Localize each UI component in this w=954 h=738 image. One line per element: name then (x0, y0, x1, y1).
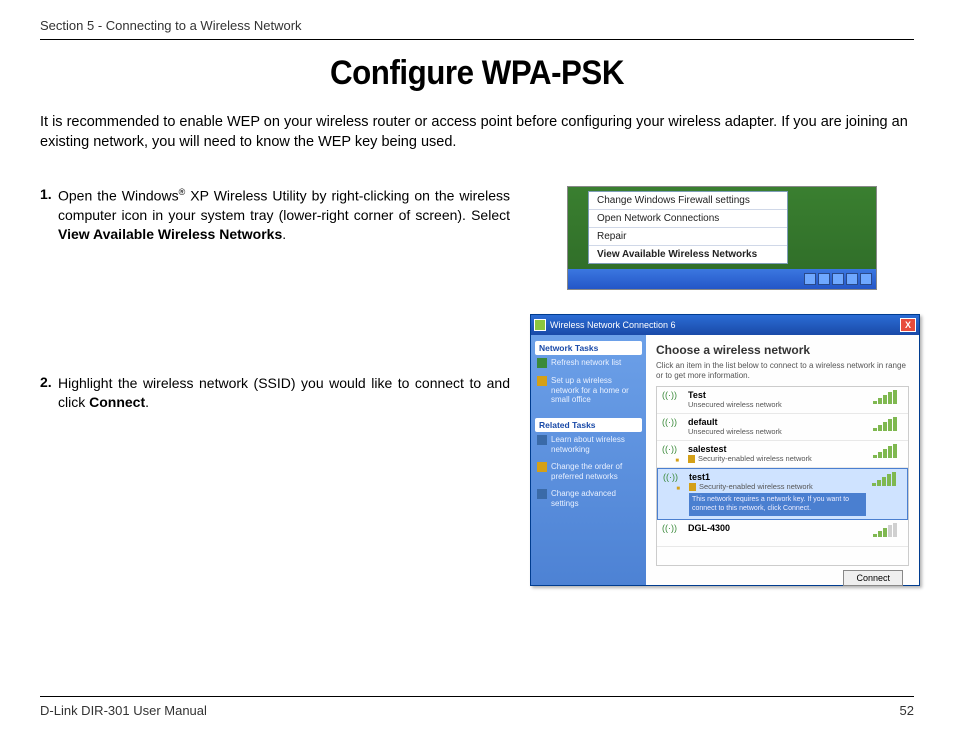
network-item-selected[interactable]: test1 Security-enabled wireless network … (657, 468, 908, 520)
step-1: 1. Open the Windows® XP Wireless Utility… (40, 186, 510, 243)
screenshot-context-menu: Change Windows Firewall settings Open Ne… (567, 186, 877, 290)
text: . (145, 394, 149, 410)
connect-button[interactable]: Connect (843, 570, 903, 586)
menu-item-connections[interactable]: Open Network Connections (589, 210, 787, 228)
step-text: Open the Windows® XP Wireless Utility by… (58, 186, 510, 243)
wireless-secure-icon (663, 472, 683, 492)
star-icon (537, 462, 547, 472)
wireless-secure-icon (662, 444, 682, 464)
gear-icon (537, 489, 547, 499)
tray-icon[interactable] (860, 273, 872, 285)
wireless-icon (662, 417, 682, 437)
sidebar-group-title: Related Tasks (535, 418, 642, 432)
tray-icon[interactable] (832, 273, 844, 285)
network-item[interactable]: salestestSecurity-enabled wireless netwo… (657, 441, 908, 468)
page-footer: D-Link DIR-301 User Manual 52 (40, 696, 914, 718)
menu-item-firewall[interactable]: Change Windows Firewall settings (589, 192, 787, 210)
network-list: TestUnsecured wireless network defaultUn… (656, 386, 909, 566)
wireless-icon (662, 523, 682, 543)
text: . (282, 226, 286, 242)
window-icon (534, 319, 546, 331)
step-2: 2. Highlight the wireless network (SSID)… (40, 374, 510, 412)
step-text: Highlight the wireless network (SSID) yo… (58, 374, 510, 412)
sidebar-link-refresh[interactable]: Refresh network list (535, 355, 642, 373)
intro-paragraph: It is recommended to enable WEP on your … (40, 113, 914, 152)
shield-icon (688, 455, 695, 463)
tray-icon[interactable] (818, 273, 830, 285)
network-name: DGL-4300 (688, 523, 867, 533)
tray-icon[interactable] (846, 273, 858, 285)
network-note: This network requires a network key. If … (689, 493, 866, 516)
panel-heading: Choose a wireless network (656, 343, 909, 357)
menu-item-repair[interactable]: Repair (589, 228, 787, 246)
signal-icon (873, 444, 903, 458)
page-number: 52 (900, 703, 914, 718)
signal-icon (873, 523, 903, 537)
network-name: test1 (689, 472, 866, 482)
network-item[interactable]: DGL-4300 (657, 520, 908, 547)
shield-icon (689, 483, 696, 491)
network-name: default (688, 417, 867, 427)
signal-icon (873, 390, 903, 404)
text-bold: View Available Wireless Networks (58, 226, 282, 242)
step-number: 1. (40, 186, 58, 243)
screenshot-wireless-dialog: Wireless Network Connection 6 X Network … (530, 314, 920, 586)
signal-icon (872, 472, 902, 486)
network-security: Unsecured wireless network (688, 400, 867, 409)
setup-icon (537, 376, 547, 386)
dialog-title: Wireless Network Connection 6 (550, 320, 676, 330)
link-label: Learn about wireless networking (551, 435, 640, 454)
link-label: Set up a wireless network for a home or … (551, 376, 640, 405)
help-icon (537, 435, 547, 445)
link-label: Change the order of preferred networks (551, 462, 640, 481)
text-bold: Connect (89, 394, 145, 410)
sidebar-link-advanced[interactable]: Change advanced settings (535, 486, 642, 513)
dialog-main-panel: Choose a wireless network Click an item … (646, 335, 919, 585)
network-security: Unsecured wireless network (688, 427, 867, 436)
panel-subtext: Click an item in the list below to conne… (656, 361, 909, 380)
link-label: Refresh network list (551, 358, 621, 368)
step-number: 2. (40, 374, 58, 412)
network-security: Security-enabled wireless network (698, 454, 812, 463)
close-button[interactable]: X (900, 318, 916, 332)
signal-icon (873, 417, 903, 431)
refresh-icon (537, 358, 547, 368)
network-name: salestest (688, 444, 867, 454)
sidebar-group-title: Network Tasks (535, 341, 642, 355)
text: Open the Windows (58, 188, 179, 204)
tray-icon[interactable] (804, 273, 816, 285)
sidebar-link-learn[interactable]: Learn about wireless networking (535, 432, 642, 459)
dialog-sidebar: Network Tasks Refresh network list Set u… (531, 335, 646, 585)
network-security: Security-enabled wireless network (699, 482, 813, 491)
menu-item-view-networks[interactable]: View Available Wireless Networks (589, 246, 787, 263)
section-header: Section 5 - Connecting to a Wireless Net… (40, 18, 914, 40)
sidebar-link-setup[interactable]: Set up a wireless network for a home or … (535, 373, 642, 410)
taskbar (568, 269, 876, 289)
footer-left: D-Link DIR-301 User Manual (40, 703, 207, 718)
network-item[interactable]: defaultUnsecured wireless network (657, 414, 908, 441)
wireless-icon (662, 390, 682, 410)
context-menu: Change Windows Firewall settings Open Ne… (588, 191, 788, 264)
link-label: Change advanced settings (551, 489, 640, 508)
network-name: Test (688, 390, 867, 400)
page-title: Configure WPA-PSK (75, 54, 879, 93)
network-item[interactable]: TestUnsecured wireless network (657, 387, 908, 414)
dialog-titlebar: Wireless Network Connection 6 X (531, 315, 919, 335)
sidebar-link-order[interactable]: Change the order of preferred networks (535, 459, 642, 486)
